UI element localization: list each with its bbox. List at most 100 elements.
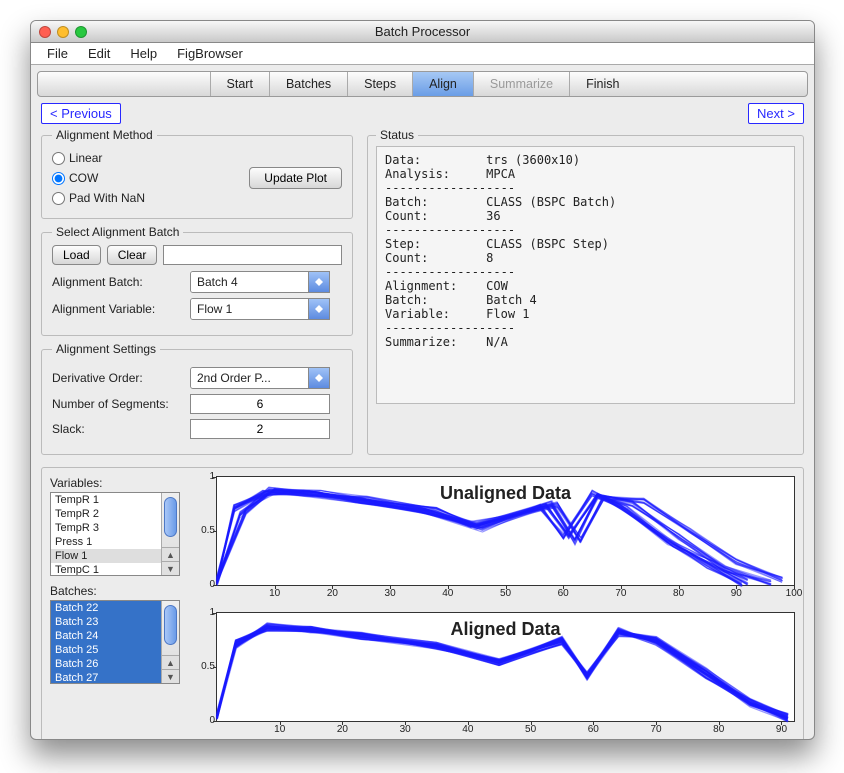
x-tick-label: 20	[327, 588, 338, 599]
menubar: File Edit Help FigBrowser	[31, 43, 814, 65]
menu-edit[interactable]: Edit	[78, 44, 120, 63]
x-tick-label: 50	[500, 588, 511, 599]
window-title: Batch Processor	[31, 24, 814, 39]
y-tick-label: 0.5	[193, 661, 215, 672]
unaligned-plot: Unaligned Data 00.5110203040506070809010…	[216, 476, 795, 586]
chevron-updown-icon	[309, 368, 329, 388]
y-tick-label: 0	[193, 579, 215, 590]
x-tick-label: 20	[337, 724, 348, 735]
number-segments-label: Number of Segments:	[52, 397, 182, 411]
list-item[interactable]: Batch 23	[51, 615, 161, 629]
slack-input[interactable]	[190, 419, 330, 439]
alignment-variable-combo[interactable]: Flow 1	[190, 298, 330, 320]
x-tick-label: 50	[525, 724, 536, 735]
x-tick-label: 10	[274, 724, 285, 735]
status-text: Data: trs (3600x10) Analysis: MPCA -----…	[376, 146, 795, 404]
x-tick-label: 100	[786, 588, 803, 599]
alignment-batch-combo[interactable]: Batch 4	[190, 271, 330, 293]
x-tick-label: 70	[615, 588, 626, 599]
minimize-icon[interactable]	[57, 26, 69, 38]
variables-label: Variables:	[50, 476, 180, 490]
list-item[interactable]: Press 1	[51, 535, 161, 549]
x-tick-label: 90	[731, 588, 742, 599]
number-segments-input[interactable]	[190, 394, 330, 414]
chevron-updown-icon	[309, 299, 329, 319]
radio-padnan[interactable]: Pad With NaN	[52, 191, 145, 205]
list-item[interactable]: TempR 1	[51, 493, 161, 507]
menu-file[interactable]: File	[37, 44, 78, 63]
derivative-order-label: Derivative Order:	[52, 371, 182, 385]
tab-batches[interactable]: Batches	[269, 72, 347, 96]
y-tick-label: 0	[193, 715, 215, 726]
x-tick-label: 80	[713, 724, 724, 735]
plots-panel: Variables: TempR 1 TempR 2 TempR 3 Press…	[41, 467, 804, 740]
radio-cow[interactable]: COW	[52, 171, 145, 185]
list-item[interactable]: Batch 27	[51, 671, 161, 684]
y-tick-label: 0.5	[193, 525, 215, 536]
x-tick-label: 60	[558, 588, 569, 599]
x-tick-label: 10	[269, 588, 280, 599]
derivative-order-combo[interactable]: 2nd Order P...	[190, 367, 330, 389]
tab-steps[interactable]: Steps	[347, 72, 412, 96]
list-item[interactable]: Batch 24	[51, 629, 161, 643]
select-batch-legend: Select Alignment Batch	[52, 225, 183, 239]
scrollbar[interactable]: ▲ ▼	[161, 601, 179, 683]
zoom-icon[interactable]	[75, 26, 87, 38]
load-button[interactable]: Load	[52, 245, 101, 265]
tab-finish[interactable]: Finish	[569, 72, 635, 96]
x-tick-label: 70	[650, 724, 661, 735]
menu-help[interactable]: Help	[120, 44, 167, 63]
alignment-method-group: Alignment Method Linear COW Pad With NaN	[41, 128, 353, 219]
variables-listbox[interactable]: TempR 1 TempR 2 TempR 3 Press 1 Flow 1 T…	[50, 492, 180, 576]
slack-label: Slack:	[52, 422, 182, 436]
y-tick-label: 1	[193, 607, 215, 618]
x-tick-label: 80	[673, 588, 684, 599]
list-item[interactable]: TempR 3	[51, 521, 161, 535]
wizard-tabs: Start Batches Steps Align Summarize Fini…	[37, 71, 808, 97]
list-item[interactable]: Batch 26	[51, 657, 161, 671]
batches-listbox[interactable]: Batch 22 Batch 23 Batch 24 Batch 25 Batc…	[50, 600, 180, 684]
radio-linear[interactable]: Linear	[52, 151, 145, 165]
scroll-up-icon[interactable]: ▲	[162, 655, 179, 669]
previous-button[interactable]: Previous	[41, 103, 121, 124]
list-item[interactable]: Batch 22	[51, 601, 161, 615]
list-item[interactable]: TempC 1	[51, 563, 161, 576]
alignment-settings-group: Alignment Settings Derivative Order: 2nd…	[41, 342, 353, 455]
update-plot-button[interactable]: Update Plot	[249, 167, 342, 189]
scroll-down-icon[interactable]: ▼	[162, 669, 179, 683]
status-legend: Status	[376, 128, 418, 142]
scroll-thumb[interactable]	[164, 605, 177, 645]
clear-button[interactable]: Clear	[107, 245, 158, 265]
y-tick-label: 1	[193, 471, 215, 482]
list-item[interactable]: Flow 1	[51, 549, 161, 563]
tab-align[interactable]: Align	[412, 72, 473, 96]
chevron-updown-icon	[309, 272, 329, 292]
alignment-settings-legend: Alignment Settings	[52, 342, 160, 356]
x-tick-label: 40	[442, 588, 453, 599]
app-window: Batch Processor File Edit Help FigBrowse…	[30, 20, 815, 740]
alignment-batch-label: Alignment Batch:	[52, 275, 182, 289]
menu-figbrowser[interactable]: FigBrowser	[167, 44, 253, 63]
x-tick-label: 40	[462, 724, 473, 735]
x-tick-label: 30	[400, 724, 411, 735]
next-button[interactable]: Next	[748, 103, 804, 124]
close-icon[interactable]	[39, 26, 51, 38]
batch-search-input[interactable]	[163, 245, 342, 265]
tab-start[interactable]: Start	[210, 72, 269, 96]
aligned-plot: Aligned Data 00.51102030405060708090	[216, 612, 795, 722]
scroll-down-icon[interactable]: ▼	[162, 561, 179, 575]
x-tick-label: 90	[776, 724, 787, 735]
scroll-up-icon[interactable]: ▲	[162, 547, 179, 561]
alignment-variable-label: Alignment Variable:	[52, 302, 182, 316]
tab-summarize: Summarize	[473, 72, 569, 96]
titlebar: Batch Processor	[31, 21, 814, 43]
list-item[interactable]: TempR 2	[51, 507, 161, 521]
x-tick-label: 60	[588, 724, 599, 735]
select-alignment-batch-group: Select Alignment Batch Load Clear Alignm…	[41, 225, 353, 336]
alignment-method-legend: Alignment Method	[52, 128, 157, 142]
x-tick-label: 30	[385, 588, 396, 599]
scrollbar[interactable]: ▲ ▼	[161, 493, 179, 575]
scroll-thumb[interactable]	[164, 497, 177, 537]
batches-label: Batches:	[50, 584, 180, 598]
list-item[interactable]: Batch 25	[51, 643, 161, 657]
